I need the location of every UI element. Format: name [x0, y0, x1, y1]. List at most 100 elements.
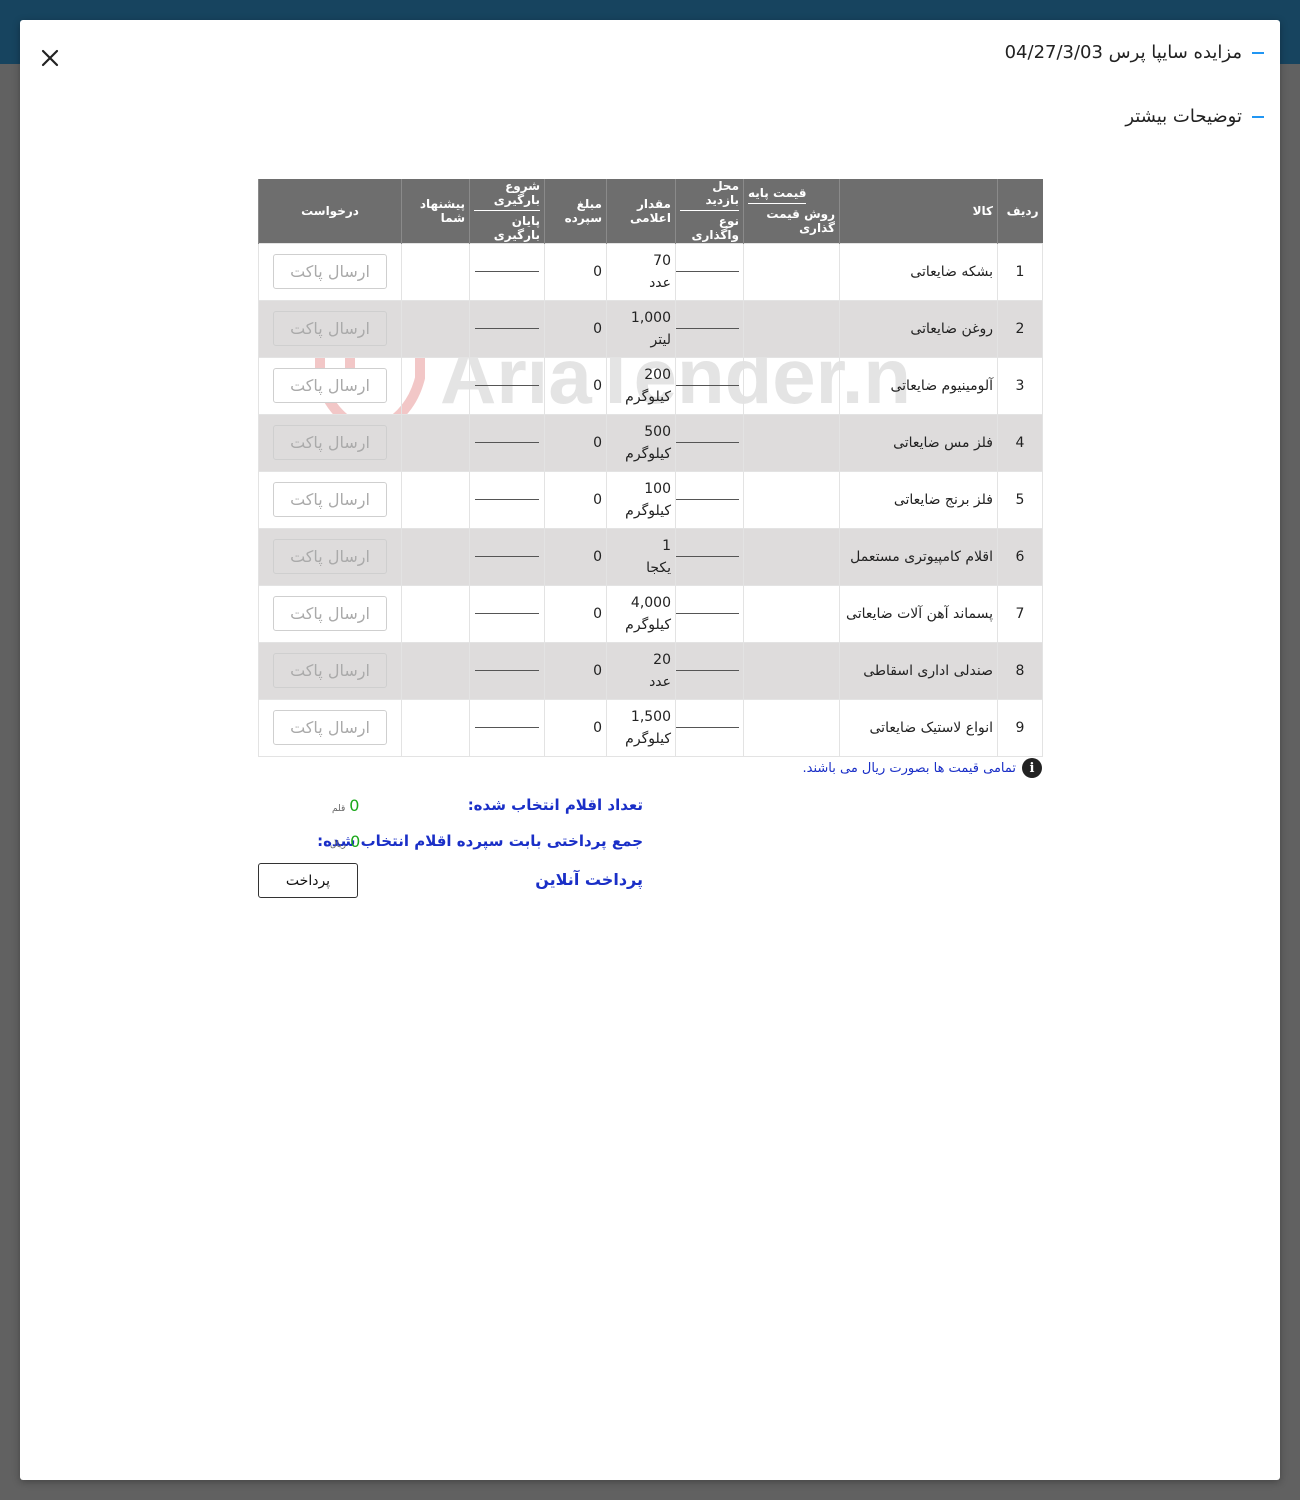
header-pricing-method-text: روش قیمت گذاری	[766, 207, 835, 236]
selected-count-unit: قلم	[332, 804, 346, 814]
row-qty-value: 100	[644, 480, 671, 497]
row-item-name: آلومینیوم ضایعاتی	[839, 356, 998, 415]
table-row: 4 فلز مس ضایعاتی 500 کیلوگرم 0 ارسال پاکت	[258, 413, 1043, 472]
header-visit-place-text: محل بازدید	[680, 179, 739, 212]
header-visit-place: محل بازدید نوع واگذاری	[675, 179, 744, 243]
row-request: ارسال پاکت	[258, 641, 402, 700]
header-deposit-amount: مبلغ سپرده	[544, 179, 607, 243]
row-visit-place	[675, 584, 744, 643]
row-qty-value: 4,000	[630, 594, 671, 611]
row-request: ارسال پاکت	[258, 299, 402, 358]
row-base-price	[743, 413, 840, 472]
header-base-price: قیمت پایه روش قیمت گذاری	[743, 179, 840, 243]
row-qty-unit: کیلوگرم	[625, 388, 671, 405]
row-request: ارسال پاکت	[258, 242, 402, 301]
row-loading	[469, 698, 545, 757]
row-loading	[469, 242, 545, 301]
row-base-price	[743, 698, 840, 757]
row-visit-place	[675, 527, 744, 586]
empty-dash	[675, 556, 739, 557]
empty-dash	[475, 670, 539, 671]
table-row: 8 صندلی اداری اسقاطی 20 عدد 0 ارسال پاکت	[258, 641, 1043, 700]
header-loading-end-text: پایان بارگیری	[493, 214, 540, 243]
row-request: ارسال پاکت	[258, 527, 402, 586]
selected-count-label: تعداد اقلام انتخاب شده:	[467, 796, 643, 814]
row-declared-amount: 500 کیلوگرم	[606, 413, 676, 472]
row-visit-place	[675, 413, 744, 472]
row-qty-value: 20	[653, 651, 671, 668]
row-number: 4	[997, 413, 1043, 472]
row-item-name: فلز برنج ضایعاتی	[839, 470, 998, 529]
row-loading	[469, 527, 545, 586]
row-qty-unit: کیلوگرم	[625, 616, 671, 633]
row-item-name: اقلام کامپیوتری مستعمل	[839, 527, 998, 586]
table-header-row: ردیف کالا قیمت پایه روش قیمت گذاری محل ب…	[258, 179, 1043, 243]
deposit-total-number: 0	[350, 832, 361, 851]
row-qty-value: 1	[662, 537, 671, 554]
row-loading	[469, 641, 545, 700]
empty-dash	[675, 499, 739, 500]
send-envelope-button[interactable]: ارسال پاکت	[273, 311, 387, 346]
row-deposit-amount: 0	[544, 413, 607, 472]
send-envelope-button[interactable]: ارسال پاکت	[273, 653, 387, 688]
deposit-total-unit: ریال	[330, 840, 347, 850]
row-item-name: صندلی اداری اسقاطی	[839, 641, 998, 700]
row-base-price	[743, 242, 840, 301]
row-visit-place	[675, 356, 744, 415]
send-envelope-button[interactable]: ارسال پاکت	[273, 425, 387, 460]
pay-button[interactable]: پرداخت	[258, 863, 358, 898]
close-icon[interactable]	[38, 46, 62, 70]
items-table: ردیف کالا قیمت پایه روش قیمت گذاری محل ب…	[258, 179, 1043, 757]
row-your-offer	[401, 641, 470, 700]
empty-dash	[675, 670, 739, 671]
empty-dash	[475, 727, 539, 728]
row-request: ارسال پاکت	[258, 698, 402, 757]
row-your-offer	[401, 413, 470, 472]
row-qty-unit: عدد	[649, 673, 671, 690]
section-dash-icon	[1252, 115, 1264, 118]
selected-count-number: 0	[349, 796, 360, 815]
row-base-price	[743, 641, 840, 700]
header-declared-amount: مقدار اعلامی	[606, 179, 676, 243]
send-envelope-button[interactable]: ارسال پاکت	[273, 368, 387, 403]
empty-dash	[675, 385, 739, 386]
row-deposit-amount: 0	[544, 356, 607, 415]
section-more-details: توضیحات بیشتر	[1125, 106, 1264, 127]
empty-dash	[475, 613, 539, 614]
row-number: 7	[997, 584, 1043, 643]
items-table-container: ردیف کالا قیمت پایه روش قیمت گذاری محل ب…	[258, 179, 1043, 757]
table-row: 7 پسماند آهن آلات ضایعاتی 4,000 کیلوگرم 0 ارس…	[258, 584, 1043, 643]
header-item: کالا	[839, 179, 998, 243]
send-envelope-button[interactable]: ارسال پاکت	[273, 254, 387, 289]
send-envelope-button[interactable]: ارسال پاکت	[273, 710, 387, 745]
row-loading	[469, 356, 545, 415]
row-deposit-amount: 0	[544, 527, 607, 586]
send-envelope-button[interactable]: ارسال پاکت	[273, 482, 387, 517]
empty-dash	[475, 271, 539, 272]
row-base-price	[743, 299, 840, 358]
row-your-offer	[401, 470, 470, 529]
selected-count-value: 0 قلم	[332, 796, 359, 815]
row-loading	[469, 470, 545, 529]
send-envelope-button[interactable]: ارسال پاکت	[273, 539, 387, 574]
send-envelope-button[interactable]: ارسال پاکت	[273, 596, 387, 631]
empty-dash	[675, 727, 739, 728]
table-row: 5 فلز برنج ضایعاتی 100 کیلوگرم 0 ارسال پاکت	[258, 470, 1043, 529]
row-visit-place	[675, 470, 744, 529]
row-visit-place	[675, 641, 744, 700]
row-request: ارسال پاکت	[258, 584, 402, 643]
row-qty-value: 70	[653, 252, 671, 269]
row-loading	[469, 584, 545, 643]
row-base-price	[743, 584, 840, 643]
row-qty-unit: عدد	[649, 274, 671, 291]
row-item-name: بشکه ضایعاتی	[839, 242, 998, 301]
row-declared-amount: 200 کیلوگرم	[606, 356, 676, 415]
header-your-offer: پیشنهاد شما	[401, 179, 470, 243]
table-row: 9 انواع لاستیک ضایعاتی 1,500 کیلوگرم 0 ارسال …	[258, 698, 1043, 757]
row-base-price	[743, 356, 840, 415]
row-qty-unit: یکجا	[646, 559, 671, 576]
row-item-name: روغن ضایعاتی	[839, 299, 998, 358]
row-visit-place	[675, 242, 744, 301]
row-deposit-amount: 0	[544, 698, 607, 757]
empty-dash	[675, 328, 739, 329]
